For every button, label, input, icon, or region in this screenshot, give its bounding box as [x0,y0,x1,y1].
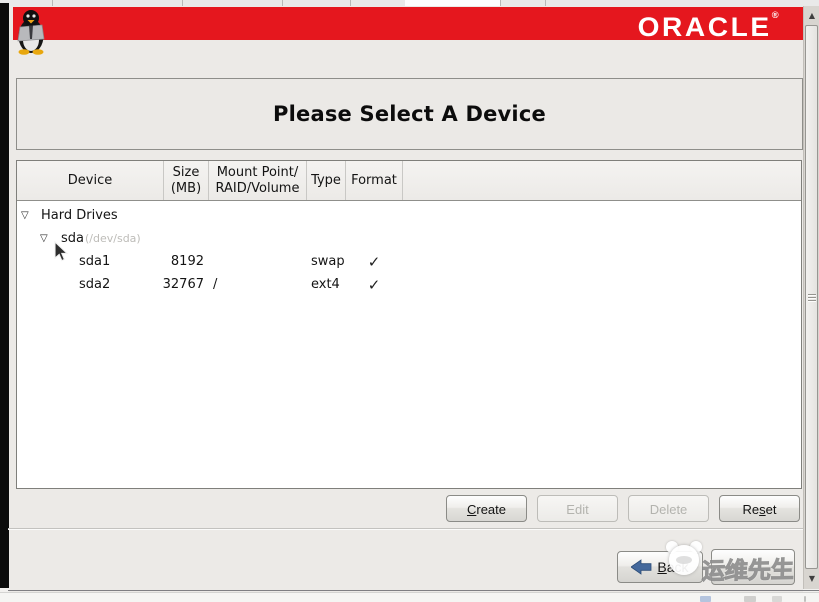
tree-row-sda1[interactable]: sda1 8192 swap ✓ [17,251,797,273]
column-header-type: Type [307,161,346,200]
column-header-device: Device [17,161,164,200]
dialog-title-box: Please Select A Device [16,78,803,150]
scroll-down-icon[interactable]: ▼ [804,571,819,587]
tree-label-hard-drives: Hard Drives [41,208,118,223]
registered-mark: ® [772,10,779,20]
delete-button[interactable]: Delete [628,495,709,522]
back-arrow-icon [631,559,652,575]
column-header-spacer [403,161,801,200]
watermark-mascot-icon [666,541,704,580]
left-black-bar [0,3,9,588]
format-check-icon: ✓ [367,276,381,294]
column-header-format: Format [346,161,403,200]
page-title: Please Select A Device [273,102,546,126]
partition-name: sda1 [79,254,111,269]
oracle-logo: ORACLE® [637,10,779,42]
tray-icon [804,596,806,602]
table-header: Device Size (MB) Mount Point/RAID/Volume … [17,161,801,201]
partition-size: 32767 [162,277,204,292]
edit-button[interactable]: Edit [537,495,618,522]
column-header-size: Size (MB) [164,161,209,200]
tray-icon [700,596,711,602]
expander-open-icon[interactable]: ▽ [40,228,48,250]
tree-row-disk-sda[interactable]: ▽ sda (/dev/sda) [17,228,797,250]
partition-type: swap [311,254,345,269]
tux-penguin-icon [17,10,45,55]
partition-mount: / [213,277,218,292]
watermark-text: 运维先生 [701,557,795,586]
column-header-mount: Mount Point/RAID/Volume [209,161,307,200]
vertical-scrollbar[interactable]: ▲ ▼ [803,6,819,589]
scrollbar-thumb[interactable] [805,25,818,569]
create-button[interactable]: Create [446,495,527,522]
oracle-banner: ORACLE® [13,7,803,42]
mouse-cursor-icon [54,241,69,262]
horizontal-divider [8,528,819,530]
reset-button[interactable]: Reset [719,495,800,522]
tree-row-sda2[interactable]: sda2 32767 / ext4 ✓ [17,274,797,296]
partition-type: ext4 [311,277,340,292]
device-table: Device Size (MB) Mount Point/RAID/Volume … [16,160,802,489]
tray-icon [744,596,756,602]
scroll-up-icon[interactable]: ▲ [804,8,819,24]
partition-size: 8192 [170,254,204,269]
disk-path-label: (/dev/sda) [85,232,141,245]
tray-icon [772,596,782,602]
window-bottom-edge [8,590,819,591]
tree-row-hard-drives[interactable]: ▽ Hard Drives [17,205,797,227]
format-check-icon: ✓ [367,253,381,271]
expander-open-icon[interactable]: ▽ [21,205,29,227]
partition-name: sda2 [79,277,111,292]
